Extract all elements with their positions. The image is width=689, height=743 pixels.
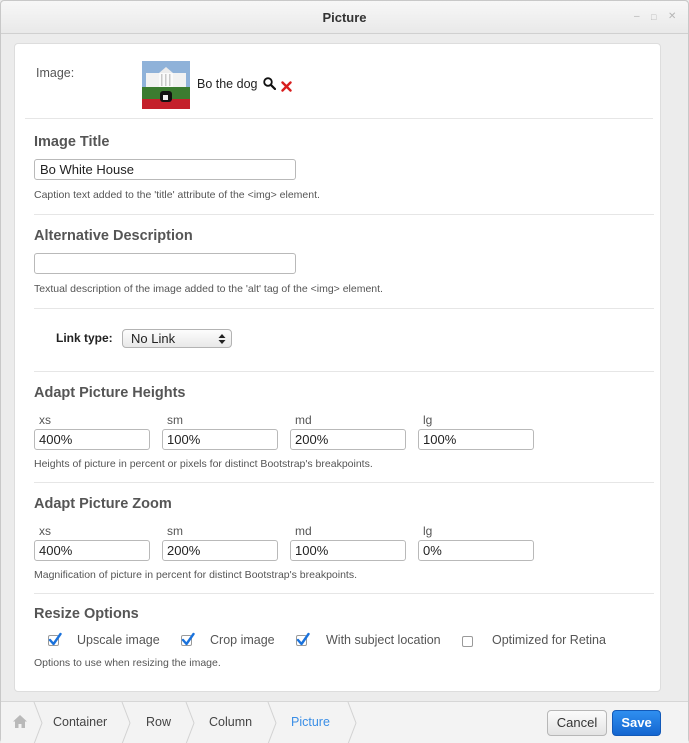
zoom-lg-label: lg [423, 524, 433, 538]
heights-heading: Adapt Picture Heights [34, 385, 186, 401]
crop-image-label[interactable]: Crop image [210, 633, 275, 647]
breadcrumb-picture: Picture [291, 715, 330, 729]
zoom-md-label: md [295, 524, 312, 538]
title-bar: Picture – □ ✕ [1, 1, 688, 34]
dialog-window: Picture – □ ✕ Image: Bo the dog Image Ti… [0, 0, 689, 743]
upscale-image-label[interactable]: Upscale image [77, 633, 160, 647]
zoom-xs-input[interactable] [34, 540, 150, 561]
alt-description-input[interactable] [34, 253, 296, 274]
window-title: Picture [322, 10, 367, 25]
breadcrumb-separator [267, 702, 277, 743]
breadcrumb-separator [33, 702, 43, 743]
image-file-name: Bo the dog [197, 77, 258, 91]
resize-help: Options to use when resizing the image. [34, 657, 221, 669]
heights-md-label: md [295, 413, 312, 427]
save-button[interactable]: Save [612, 710, 661, 736]
select-arrows-icon [218, 334, 226, 344]
divider [34, 482, 654, 483]
heights-lg-label: lg [423, 413, 433, 427]
link-type-label: Link type: [56, 331, 113, 345]
home-icon[interactable] [12, 714, 28, 732]
white-house-picture [142, 61, 190, 109]
zoom-help: Magnification of picture in percent for … [34, 569, 358, 581]
zoom-sm-label: sm [167, 524, 183, 538]
close-icon[interactable]: ✕ [668, 12, 676, 22]
heights-lg-input[interactable] [418, 429, 534, 450]
breadcrumb-column[interactable]: Column [209, 715, 252, 729]
zoom-heading: Adapt Picture Zoom [34, 496, 172, 512]
divider [34, 214, 654, 215]
image-title-heading: Image Title [34, 134, 110, 150]
zoom-xs-label: xs [39, 524, 51, 538]
subject-location-checkbox[interactable] [296, 632, 310, 646]
minimize-icon[interactable]: – [634, 12, 640, 22]
heights-xs-input[interactable] [34, 429, 150, 450]
checkmark-icon [48, 632, 62, 646]
alt-description-help: Textual description of the image added t… [34, 283, 383, 295]
delete-icon[interactable] [281, 80, 292, 95]
zoom-sm-input[interactable] [162, 540, 278, 561]
breadcrumb-separator [347, 702, 357, 743]
image-label: Image: [36, 66, 75, 80]
alt-description-heading: Alternative Description [34, 228, 193, 244]
subject-location-label[interactable]: With subject location [326, 633, 441, 647]
search-icon[interactable] [263, 77, 277, 93]
image-thumbnail[interactable] [142, 61, 190, 109]
breadcrumb-separator [185, 702, 195, 743]
breadcrumb-container[interactable]: Container [53, 715, 107, 729]
link-type-select[interactable]: No Link [122, 329, 232, 348]
checkmark-icon [181, 632, 195, 646]
breadcrumb-separator [121, 702, 131, 743]
heights-md-input[interactable] [290, 429, 406, 450]
divider [34, 371, 654, 372]
resize-heading: Resize Options [34, 606, 139, 622]
zoom-lg-input[interactable] [418, 540, 534, 561]
retina-label[interactable]: Optimized for Retina [492, 633, 606, 647]
crop-image-checkbox[interactable] [181, 632, 195, 646]
heights-help: Heights of picture in percent or pixels … [34, 458, 373, 470]
maximize-icon[interactable]: □ [651, 12, 656, 22]
heights-sm-label: sm [167, 413, 183, 427]
image-title-input[interactable] [34, 159, 296, 180]
retina-checkbox[interactable] [462, 636, 473, 647]
footer-bar: Container Row Column Picture Cancel Save [1, 701, 688, 743]
divider [34, 308, 654, 309]
divider [34, 593, 654, 594]
form-card: Image: Bo the dog Image Title Bo White H… [14, 43, 661, 692]
image-title-help: Caption text added to the 'title' attrib… [34, 189, 320, 201]
breadcrumb-row[interactable]: Row [146, 715, 171, 729]
checkmark-icon [296, 632, 310, 646]
link-type-value: No Link [131, 331, 176, 346]
heights-xs-label: xs [39, 413, 51, 427]
zoom-md-input[interactable] [290, 540, 406, 561]
upscale-image-checkbox[interactable] [48, 632, 62, 646]
heights-sm-input[interactable] [162, 429, 278, 450]
divider [25, 118, 653, 119]
cancel-button[interactable]: Cancel [547, 710, 607, 736]
